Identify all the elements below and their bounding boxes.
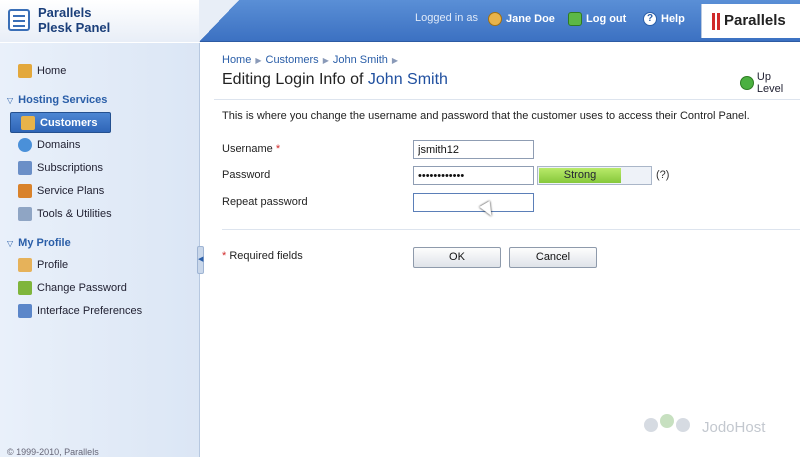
- repeat-password-label: Repeat password: [222, 196, 308, 208]
- password-label: Password: [222, 169, 271, 181]
- breadcrumb-customers[interactable]: Customers: [266, 54, 319, 66]
- plesk-logo-icon: [8, 9, 30, 31]
- title-divider: [214, 99, 800, 100]
- help-link[interactable]: ? Help: [643, 12, 685, 26]
- main-content: Home ▶ Customers ▶ John Smith ▶ Editing Login…: [204, 43, 800, 457]
- sidebar-item-service-plans[interactable]: Service Plans: [18, 182, 104, 200]
- parallels-bars-icon: [712, 13, 720, 30]
- repeat-password-input[interactable]: [413, 193, 534, 212]
- domains-globe-icon: [18, 138, 32, 152]
- password-input[interactable]: [413, 166, 534, 185]
- watermark-people-icon: [642, 412, 694, 442]
- sidebar-item-domains[interactable]: Domains: [18, 136, 80, 154]
- logout-icon: [568, 12, 582, 26]
- sidebar-item-tools[interactable]: Tools & Utilities: [18, 205, 112, 223]
- user-icon: [488, 12, 502, 26]
- tools-icon: [18, 207, 32, 221]
- page-description: This is where you change the username an…: [222, 110, 750, 122]
- up-level-link[interactable]: Up Level: [740, 71, 800, 95]
- sidebar: Home ▽ Hosting Services Customers Domains…: [0, 43, 200, 457]
- logo-text: Parallels Plesk Panel: [38, 5, 111, 35]
- sidebar-item-customers[interactable]: Customers: [10, 112, 111, 133]
- page-title: Editing Login Info of John Smith: [222, 71, 448, 88]
- breadcrumb-separator-icon: ▶: [391, 56, 399, 65]
- top-header: Parallels Plesk Panel Logged in as Jane …: [0, 0, 800, 42]
- customers-icon: [21, 115, 35, 130]
- copyright-text: © 1999-2010, Parallels: [7, 447, 99, 457]
- section-hosting-services[interactable]: ▽ Hosting Services: [7, 94, 107, 106]
- breadcrumb: Home ▶ Customers ▶ John Smith ▶: [222, 54, 402, 66]
- current-user-link[interactable]: Jane Doe: [488, 12, 555, 26]
- form-divider: [222, 229, 800, 230]
- interface-preferences-icon: [18, 304, 32, 318]
- subscriptions-icon: [18, 161, 32, 175]
- plesk-logo[interactable]: Parallels Plesk Panel: [0, 0, 239, 42]
- parallels-brand-logo[interactable]: Parallels: [701, 4, 800, 38]
- watermark: JodoHost: [642, 412, 765, 442]
- cancel-button[interactable]: Cancel: [509, 247, 597, 268]
- breadcrumb-separator-icon: ▶: [322, 56, 329, 65]
- profile-icon: [18, 258, 32, 272]
- sidebar-item-subscriptions[interactable]: Subscriptions: [18, 159, 103, 177]
- username-input[interactable]: [413, 140, 534, 159]
- sidebar-collapse-handle[interactable]: ◀: [197, 246, 204, 274]
- logout-link[interactable]: Log out: [568, 12, 626, 26]
- required-fields-note: * Required fields: [222, 250, 303, 262]
- password-strength-meter: Strong: [537, 166, 652, 185]
- breadcrumb-separator-icon: ▶: [255, 56, 262, 65]
- ok-button[interactable]: OK: [413, 247, 501, 268]
- home-icon: [18, 64, 32, 78]
- sidebar-item-change-password[interactable]: Change Password: [18, 279, 127, 297]
- sidebar-item-profile[interactable]: Profile: [18, 256, 68, 274]
- brand-name: Parallels: [724, 12, 786, 29]
- breadcrumb-home[interactable]: Home: [222, 54, 251, 66]
- sidebar-item-interface-preferences[interactable]: Interface Preferences: [18, 302, 142, 320]
- logged-in-as-label: Logged in as: [415, 12, 478, 24]
- service-plans-icon: [18, 184, 32, 198]
- sidebar-item-home[interactable]: Home: [18, 62, 66, 80]
- collapse-triangle-icon: ▽: [7, 96, 14, 105]
- key-icon: [18, 281, 32, 295]
- collapse-triangle-icon: ▽: [7, 239, 14, 248]
- password-strength-help[interactable]: (?): [656, 169, 669, 181]
- breadcrumb-john-smith[interactable]: John Smith: [333, 54, 388, 66]
- up-level-icon: [740, 76, 754, 90]
- username-label: Username *: [222, 143, 281, 155]
- help-icon: ?: [643, 12, 657, 26]
- password-strength-fill: Strong: [539, 168, 621, 183]
- section-my-profile[interactable]: ▽ My Profile: [7, 237, 71, 249]
